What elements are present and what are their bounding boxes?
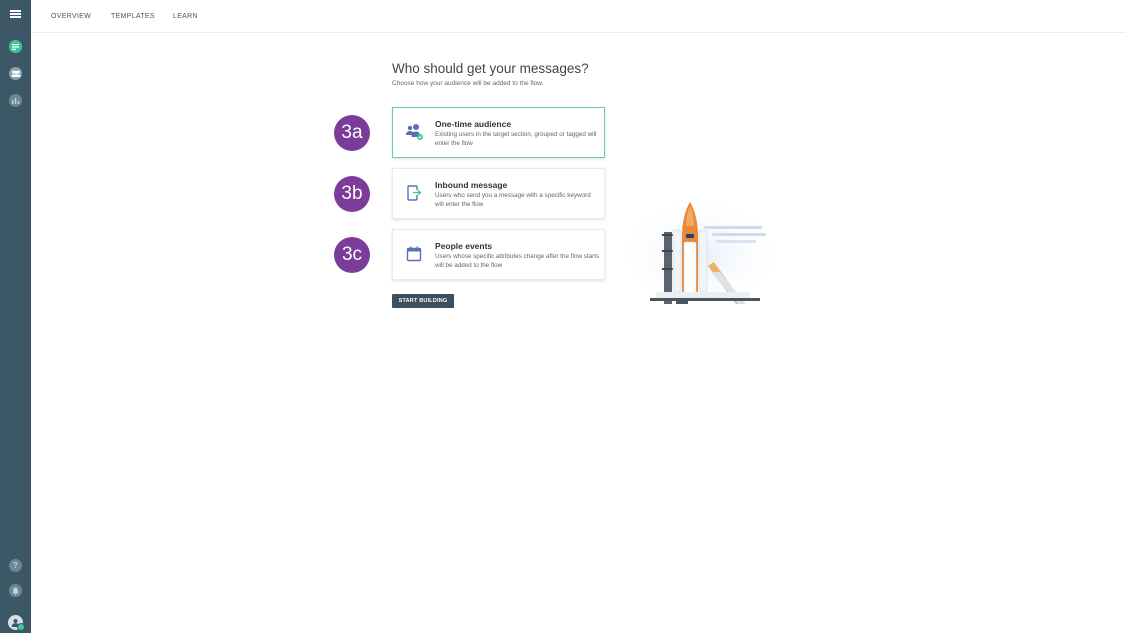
notifications-button[interactable] <box>0 583 31 598</box>
option-people-events[interactable]: People events Users whose specific attri… <box>392 229 605 280</box>
top-navigation: OVERVIEW TEMPLATES LEARN <box>31 0 1126 33</box>
bar-chart-icon <box>9 94 22 107</box>
tab-templates[interactable]: TEMPLATES <box>111 13 155 20</box>
help-label: ? <box>13 561 18 570</box>
rocket-launch-illustration <box>616 186 786 312</box>
option-description: Existing users in the target section, gr… <box>435 131 597 147</box>
sidebar-item-flows[interactable] <box>0 39 31 54</box>
option-title: One-time audience <box>435 119 512 129</box>
tab-overview[interactable]: OVERVIEW <box>51 13 91 20</box>
step-badge-3a: 3a <box>334 115 370 151</box>
online-status-dot <box>17 622 25 631</box>
option-description: Users whose specific attributes change a… <box>435 253 600 269</box>
option-title: People events <box>435 241 493 251</box>
tab-learn[interactable]: LEARN <box>173 13 198 20</box>
help-icon: ? <box>9 559 22 572</box>
page-title: Who should get your messages? <box>392 61 589 76</box>
step-badge-3c: 3c <box>334 237 370 273</box>
page-subtitle: Choose how your audience will be added t… <box>392 80 544 87</box>
hamburger-icon[interactable] <box>0 4 31 24</box>
people-group-icon <box>9 67 22 80</box>
option-inbound-message[interactable]: Inbound message Users who send you a mes… <box>392 168 605 219</box>
user-avatar-icon <box>8 614 25 631</box>
account-button[interactable] <box>0 614 31 631</box>
bell-icon <box>9 584 22 597</box>
sidebar-item-statistics[interactable] <box>0 93 31 108</box>
help-button[interactable]: ? <box>0 558 31 573</box>
sidebar-item-people[interactable] <box>0 66 31 81</box>
option-one-time-audience[interactable]: One-time audience Existing users in the … <box>392 107 605 158</box>
option-title: Inbound message <box>435 180 508 190</box>
option-description: Users who send you a message with a spec… <box>435 192 591 208</box>
step-badge-3b: 3b <box>334 176 370 212</box>
inbound-message-icon <box>405 184 423 202</box>
audience-icon <box>405 123 423 141</box>
start-building-button[interactable]: START BUILDING <box>392 294 454 308</box>
chat-bubble-icon <box>9 40 22 53</box>
calendar-icon <box>405 245 423 263</box>
sidebar: ? <box>0 0 31 633</box>
